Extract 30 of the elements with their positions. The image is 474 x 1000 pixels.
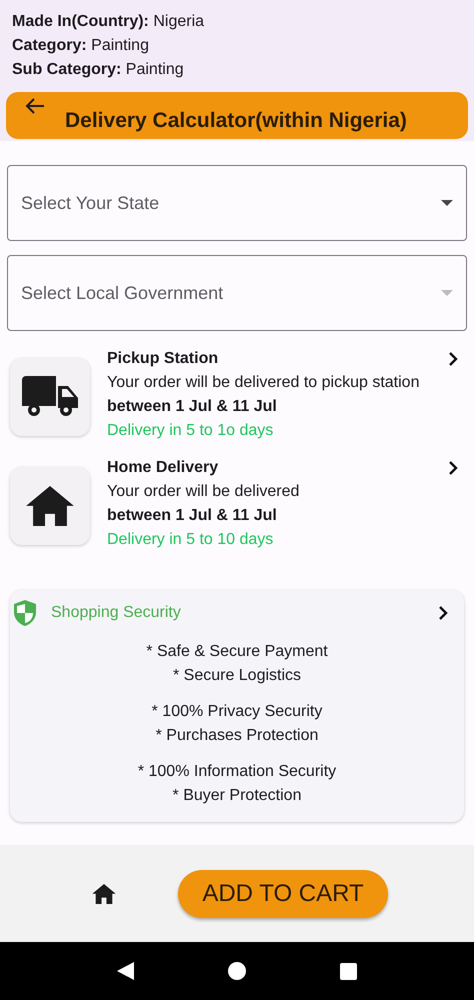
header-title: Delivery Calculator(within Nigeria) (65, 108, 407, 134)
security-feature: * Purchases Protection (156, 726, 318, 746)
home-circle-icon[interactable] (228, 962, 246, 980)
shield-icon (14, 600, 36, 626)
chevron-right-icon (448, 351, 458, 367)
option-title[interactable]: Pickup Station (107, 347, 218, 371)
chevron-right-icon (438, 605, 448, 621)
add-to-cart-button[interactable]: ADD TO CART (178, 870, 388, 918)
option-eta: Delivery in 5 to 1o days (107, 421, 274, 441)
security-feature: * Secure Logistics (172, 666, 302, 686)
recents-icon[interactable] (340, 962, 358, 980)
option-description: Your order will be delivered to pickup station (107, 373, 420, 393)
detail-text: Made In(Country): Nigeria (12, 12, 204, 32)
option-eta: Delivery in 5 to 10 days (107, 530, 274, 550)
back-icon[interactable] (116, 962, 135, 980)
security-feature: * Buyer Protection (172, 786, 302, 806)
option-dates: between 1 Jul & 11 Jul (107, 506, 278, 526)
detail-text: Sub Category: Painting (12, 60, 184, 80)
option-title[interactable]: Home Delivery (107, 456, 218, 480)
chevron-right-icon (448, 460, 458, 476)
home-icon (26, 486, 74, 526)
security-feature: * 100% Information Security (138, 762, 336, 782)
option-dates: between 1 Jul & 11 Jul (107, 397, 278, 417)
security-feature: * Safe & Secure Payment (146, 642, 328, 662)
detail-text: Category: Painting (12, 36, 149, 56)
security-feature: * 100% Privacy Security (152, 702, 322, 722)
dropdown-field[interactable]: Select Your State (7, 165, 467, 241)
option-description: Your order will be delivered (107, 482, 300, 502)
back-arrow-icon[interactable] (25, 98, 45, 114)
truck-icon (22, 376, 78, 418)
